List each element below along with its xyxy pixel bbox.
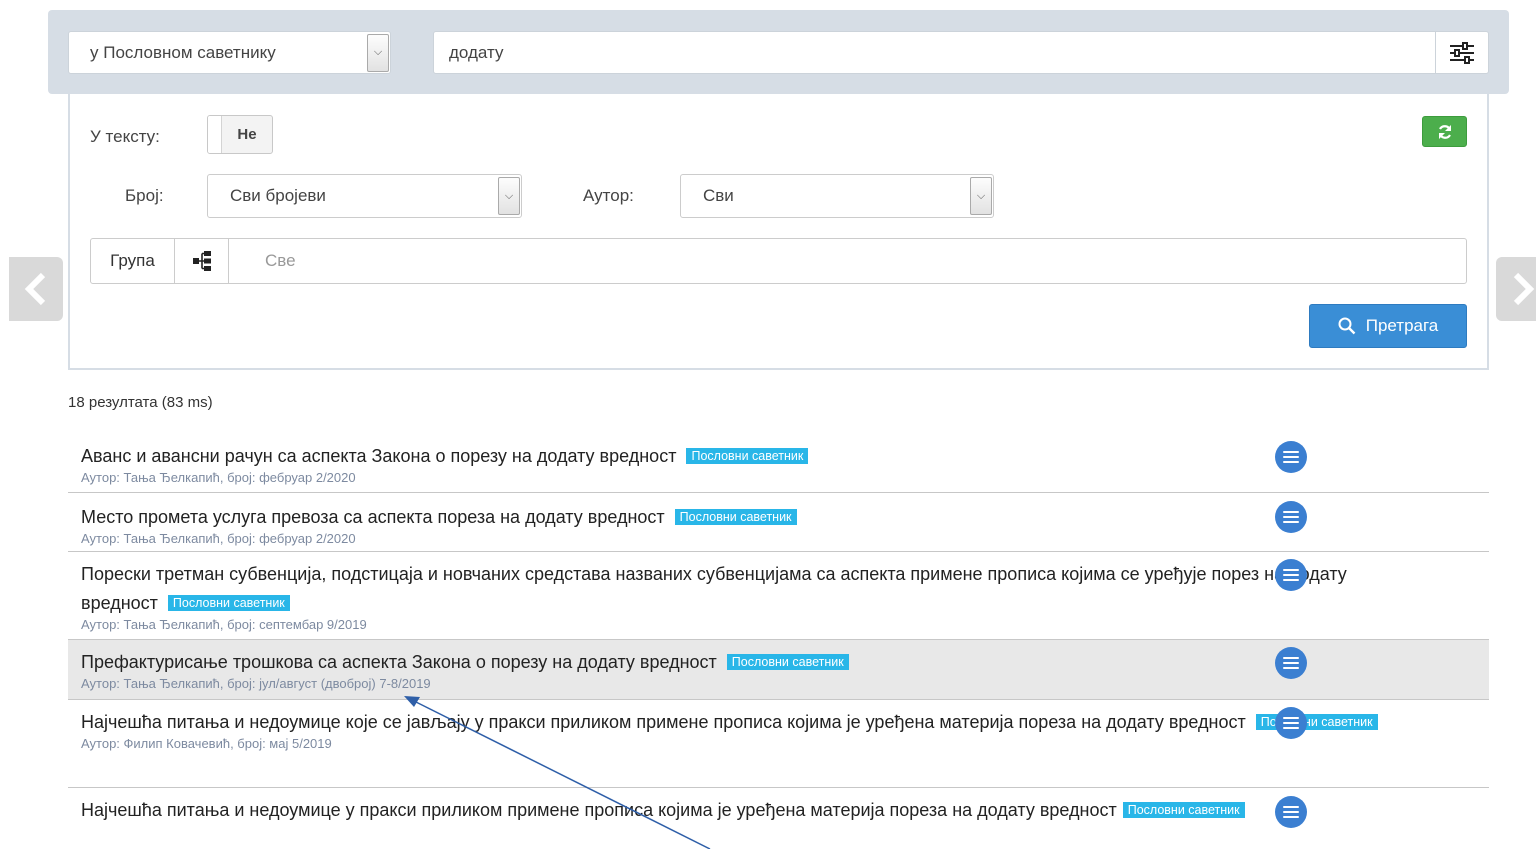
result-title[interactable]: Аванс и авансни рачун са аспекта Закона … (81, 446, 676, 466)
sliders-icon (1450, 41, 1474, 64)
scope-select-value: у Пословном саветнику (90, 42, 276, 62)
chevron-down-icon[interactable]: ⌵ (498, 177, 520, 215)
search-input[interactable] (434, 32, 1435, 73)
results-count: 18 резултата (83 ms) (68, 394, 213, 411)
search-bar: у Пословном саветнику ⌵ (48, 10, 1509, 94)
result-meta: Аутор: Тања Ђелкапић, број: фебруар 2/20… (81, 470, 356, 485)
result-title[interactable]: Префактурисање трошкова са аспекта Закон… (81, 652, 717, 672)
chevron-left-icon (24, 272, 46, 306)
result-item[interactable]: Порески третман субвенција, подстицаја и… (68, 552, 1489, 640)
result-title-line: Аванс и авансни рачун са аспекта Закона … (81, 442, 1419, 471)
refresh-icon (1438, 124, 1451, 139)
query-field-wrapper (433, 31, 1489, 74)
chevron-right-icon (1513, 272, 1535, 306)
filter-toggle-button[interactable] (1435, 32, 1488, 73)
source-badge: Пословни саветник (1255, 714, 1378, 730)
search-icon (1338, 317, 1356, 335)
next-button[interactable] (1496, 257, 1536, 321)
results-list: Аванс и авансни рачун са аспекта Закона … (68, 432, 1489, 849)
result-meta: Аутор: Тања Ђелкапић, број: септембар 9/… (81, 617, 367, 632)
source-badge: Пословни саветник (686, 448, 809, 464)
result-meta: Аутор: Тања Ђелкапић, број: фебруар 2/20… (81, 531, 356, 546)
source-badge: Пословни саветник (1122, 802, 1245, 818)
result-title-line: Порески третман субвенција, подстицаја и… (81, 560, 1419, 618)
group-field: Група (90, 238, 1467, 284)
result-title[interactable]: Најчешћа питања и недоумице које се јављ… (81, 712, 1246, 732)
list-menu-icon[interactable] (1275, 559, 1307, 591)
result-item[interactable]: Префактурисање трошкова са аспекта Закон… (68, 640, 1489, 700)
scope-select[interactable]: у Пословном саветнику ⌵ (68, 31, 391, 74)
result-item[interactable]: Место промета услуга превоза са аспекта … (68, 493, 1489, 552)
group-tree-button[interactable] (175, 239, 229, 283)
result-item[interactable]: Аванс и авансни рачун са аспекта Закона … (68, 432, 1489, 493)
result-title[interactable]: Место промета услуга превоза са аспекта … (81, 507, 665, 527)
author-select-value: Сви (703, 186, 734, 205)
list-menu-icon[interactable] (1275, 441, 1307, 473)
result-title-line: Најчешћа питања и недоумице које се јављ… (81, 708, 1419, 737)
result-item[interactable]: Најчешћа питања и недоумице у пракси при… (68, 788, 1489, 849)
refresh-button[interactable] (1422, 116, 1467, 147)
list-menu-icon[interactable] (1275, 796, 1307, 828)
result-meta: Аутор: Филип Ковачевић, број: мај 5/2019 (81, 736, 332, 751)
list-menu-icon[interactable] (1275, 501, 1307, 533)
in-text-label: У тексту: (90, 127, 160, 146)
in-text-toggle[interactable]: Не (207, 115, 273, 154)
number-label: Број: (125, 186, 164, 205)
in-text-toggle-value: Не (237, 126, 257, 143)
result-title-line: Место промета услуга превоза са аспекта … (81, 503, 1419, 532)
toggle-knob[interactable] (208, 116, 222, 153)
source-badge: Пословни саветник (674, 509, 797, 525)
result-title-line: Префактурисање трошкова са аспекта Закон… (81, 648, 1419, 677)
number-select-value: Сви бројеви (230, 186, 326, 205)
advanced-search-panel (68, 94, 1489, 370)
group-label: Група (91, 239, 175, 283)
number-select[interactable]: Сви бројеви ⌵ (207, 174, 522, 218)
chevron-down-icon[interactable]: ⌵ (367, 33, 389, 72)
author-label: Аутор: (583, 186, 634, 205)
group-input[interactable] (229, 239, 1466, 283)
result-title[interactable]: Најчешћа питања и недоумице у пракси при… (81, 800, 1117, 820)
list-menu-icon[interactable] (1275, 647, 1307, 679)
prev-button[interactable] (9, 257, 63, 321)
sitemap-icon (192, 251, 211, 271)
author-select[interactable]: Сви ⌵ (680, 174, 994, 218)
source-badge: Пословни саветник (167, 595, 290, 611)
list-menu-icon[interactable] (1275, 707, 1307, 739)
result-meta: Аутор: Тања Ђелкапић, број: јул/август (… (81, 676, 431, 691)
source-badge: Пословни саветник (726, 654, 849, 670)
result-item[interactable]: Најчешћа питања и недоумице које се јављ… (68, 700, 1489, 788)
chevron-down-icon[interactable]: ⌵ (970, 177, 992, 215)
search-button[interactable]: Претрага (1309, 304, 1467, 348)
result-title-line: Најчешћа питања и недоумице у пракси при… (81, 796, 1419, 825)
search-button-label: Претрага (1365, 316, 1439, 335)
